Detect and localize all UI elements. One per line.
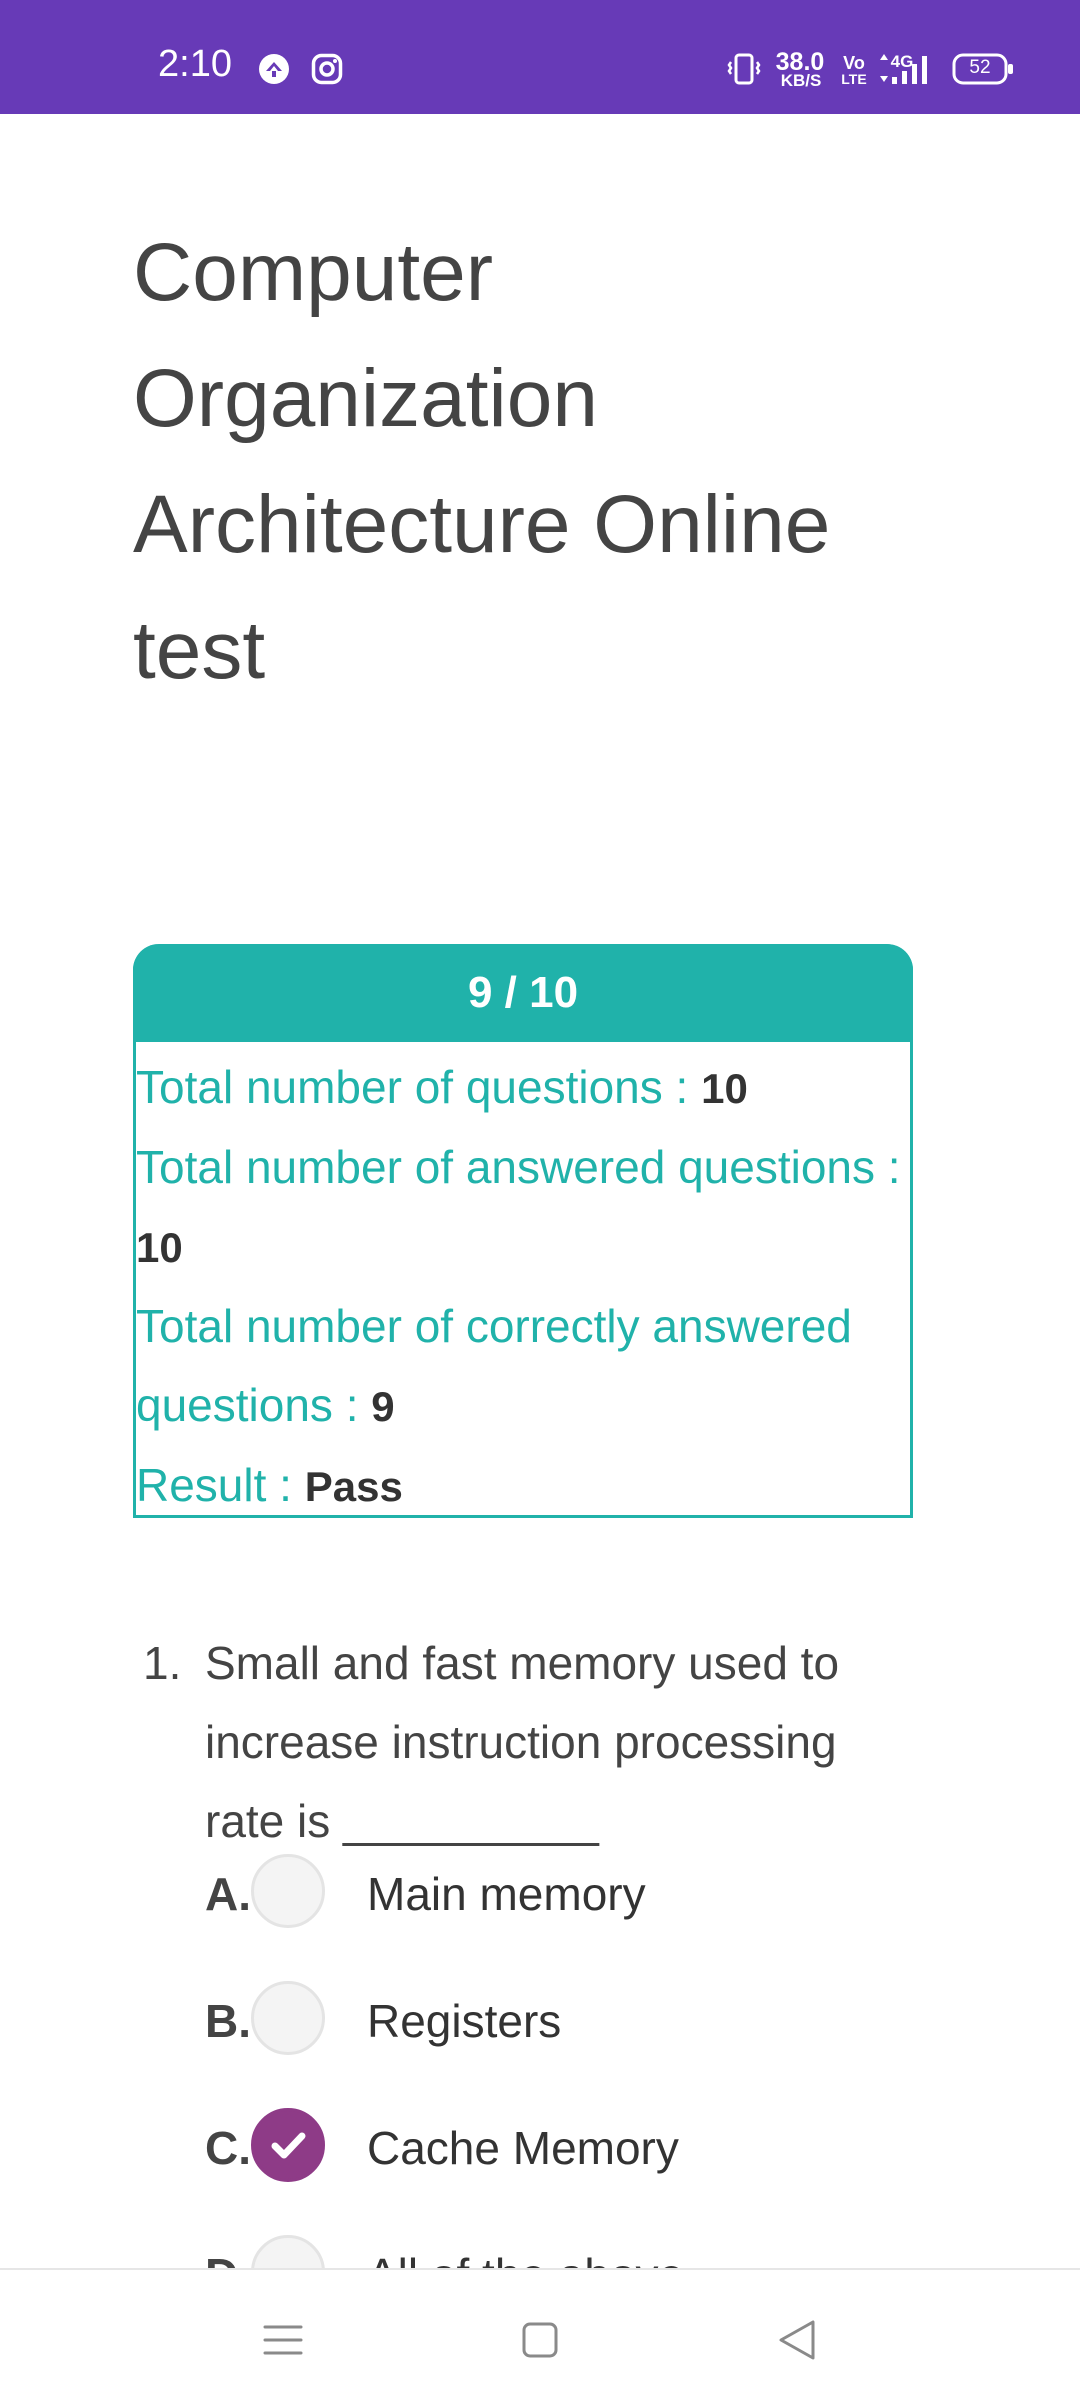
score-card: 9 / 10 Total number of questions : 10 To…	[133, 944, 913, 1518]
option-label: Cache Memory	[367, 2122, 679, 2174]
status-bar: 2:10 38.0 KB/S Vo LTE 4G 52	[0, 0, 1080, 114]
option-c[interactable]: C. Cache Memory	[205, 2108, 925, 2188]
navigation-bar	[0, 2268, 1080, 2402]
vpn-icon	[259, 54, 289, 84]
quiz-content[interactable]: Computer Organization Architecture Onlin…	[0, 114, 1080, 2268]
volte-bottom-label: LTE	[841, 71, 867, 87]
answered-questions-value: 10	[136, 1224, 183, 1271]
status-time: 2:10	[158, 43, 232, 85]
option-letter: B.	[205, 1995, 251, 2047]
option-b[interactable]: B. Registers	[205, 1981, 925, 2061]
option-label: All of the above	[367, 2247, 684, 2268]
question-number: 1.	[143, 1637, 182, 1689]
result-value: Pass	[304, 1463, 403, 1510]
option-letter: D.	[205, 2247, 251, 2268]
result-row: Result : Pass	[136, 1446, 906, 1526]
signal-icon	[880, 54, 927, 84]
result-label: Result :	[136, 1459, 305, 1511]
instagram-icon	[311, 53, 343, 85]
network-speed-unit: KB/S	[780, 71, 822, 90]
battery-level: 52	[969, 57, 991, 78]
option-radio-selected[interactable]	[251, 2108, 325, 2182]
correct-answers-row: Total number of correctly answered quest…	[136, 1287, 906, 1446]
page-title: Computer Organization Architecture Onlin…	[133, 227, 831, 696]
correct-answers-value: 9	[371, 1383, 395, 1430]
correct-answers-label: Total number of correctly answered quest…	[136, 1300, 852, 1431]
total-questions-label: Total number of questions :	[136, 1061, 702, 1113]
option-radio[interactable]	[251, 1854, 325, 1928]
vibrate-icon	[727, 53, 761, 85]
option-label: Main memory	[367, 1868, 646, 1920]
home-icon[interactable]	[500, 2300, 580, 2380]
back-icon[interactable]	[757, 2300, 837, 2380]
volte-top-label: Vo	[843, 53, 865, 73]
answered-questions-label: Total number of answered questions :	[136, 1141, 901, 1193]
answered-questions-row: Total number of answered questions : 10	[136, 1128, 906, 1287]
option-radio[interactable]	[251, 1981, 325, 2055]
total-questions-value: 10	[701, 1065, 748, 1112]
question-text: Small and fast memory used to increase i…	[205, 1637, 840, 1847]
option-a[interactable]: A. Main memory	[205, 1854, 925, 1934]
checkmark-icon	[271, 2132, 306, 2159]
option-letter: C.	[205, 2122, 251, 2174]
menu-icon[interactable]	[243, 2300, 323, 2380]
option-d[interactable]: D. All of the above	[205, 2235, 925, 2268]
score-details: Total number of questions : 10 Total num…	[136, 1048, 906, 1526]
total-questions-row: Total number of questions : 10	[136, 1048, 906, 1128]
score-header: 9 / 10	[133, 944, 913, 1042]
option-letter: A.	[205, 1868, 251, 1920]
option-radio[interactable]	[251, 2235, 325, 2268]
option-label: Registers	[367, 1995, 562, 2047]
